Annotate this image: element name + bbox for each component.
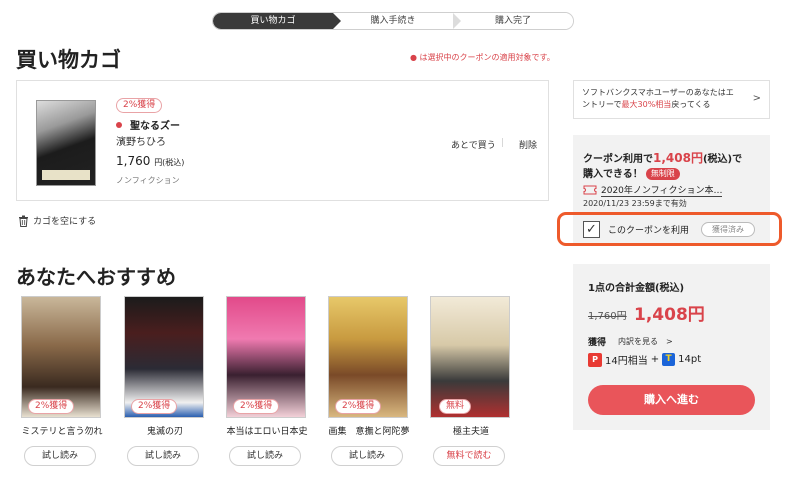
points-get-label: 獲得 xyxy=(588,338,607,348)
acquired-badge: 獲得済み xyxy=(701,221,756,237)
trial-read-button[interactable]: 試し読み xyxy=(24,446,96,466)
points-badge: 2%獲得 xyxy=(116,98,163,113)
recommend-name[interactable]: ミステリと言う勿れ xyxy=(16,424,108,437)
points-badge: 2%獲得 xyxy=(131,399,178,414)
cart-item-author[interactable]: 濱野ちひろ xyxy=(116,133,166,148)
free-badge: 無料 xyxy=(439,399,472,414)
recommend-list: 2%獲得 ミステリと言う勿れ 試し読み 2%獲得 鬼滅の刃 試し読み 2%獲得 … xyxy=(16,296,536,472)
trial-read-button[interactable]: 試し読み xyxy=(229,446,301,466)
cart-item-genre[interactable]: ノンフィクション xyxy=(116,175,180,186)
total-label: 1点の合計金額(税込) xyxy=(588,283,685,294)
points-badge: 2%獲得 xyxy=(335,399,382,414)
promo-line-1: ソフトバンクスマホユーザーのあなたはエ xyxy=(582,88,734,97)
purchase-stepper: 買い物カゴ 購入手続き 購入完了 xyxy=(212,12,574,30)
recommend-name[interactable]: 画集 意撫と阿陀夢 xyxy=(323,424,415,437)
coupon-valid-until: 2020/11/23 23:59まで有効 xyxy=(583,199,687,208)
cart-item-price: 1,760 円(税込) xyxy=(116,154,185,168)
ticket-icon xyxy=(583,185,597,195)
recommend-title: あなたへおすすめ xyxy=(16,265,176,289)
buy-later-link[interactable]: あとで買う xyxy=(451,138,496,151)
use-coupon-row[interactable]: ✓ このクーポンを利用 獲得済み xyxy=(583,219,763,239)
unlimited-badge: 無制限 xyxy=(645,168,680,180)
total-panel: 1点の合計金額(税込) 1,760円 1,408円 獲得 内訳を見る > P 1… xyxy=(573,264,770,430)
checkmark-icon: ✓ xyxy=(586,221,597,237)
cart-item-title[interactable]: 聖なるズー xyxy=(116,117,180,132)
t-point-icon: T xyxy=(662,353,676,366)
promo-line-2: ントリーで最大30%相当戻ってくる xyxy=(582,100,711,109)
coupon-name-link[interactable]: 2020年ノンフィクション本… xyxy=(583,183,723,197)
recommend-name[interactable]: 本当はエロい日本史 xyxy=(221,424,313,437)
trial-read-button[interactable]: 試し読み xyxy=(127,446,199,466)
empty-cart-button[interactable]: カゴを空にする xyxy=(18,214,96,227)
trial-read-button[interactable]: 試し読み xyxy=(331,446,403,466)
p-point-icon: P xyxy=(588,352,602,367)
recommend-name[interactable]: 鬼滅の刃 xyxy=(119,424,211,437)
step-complete: 購入完了 xyxy=(453,13,573,29)
points-badge: 2%獲得 xyxy=(233,399,280,414)
discounted-price: 1,408円 xyxy=(634,305,705,325)
coupon-headline: クーポン利用で1,408円(税込)で 購入できる！ 無制限 xyxy=(583,151,743,180)
proceed-to-purchase-button[interactable]: 購入へ進む xyxy=(588,385,755,415)
softbank-promo-banner[interactable]: ソフトバンクスマホユーザーのあなたはエ ントリーで最大30%相当戻ってくる > xyxy=(573,80,770,119)
divider: | xyxy=(501,138,505,148)
delete-link[interactable]: 削除 xyxy=(519,138,537,151)
step-checkout: 購入手続き xyxy=(333,13,453,29)
points-badge: 2%獲得 xyxy=(28,399,75,414)
use-coupon-checkbox[interactable]: ✓ xyxy=(583,220,600,238)
coupon-target-dot-icon xyxy=(116,122,122,128)
use-coupon-label: このクーポンを利用 xyxy=(608,225,690,236)
step-cart: 買い物カゴ xyxy=(213,13,341,29)
points-row: P 14円相当 + T 14pt xyxy=(588,352,701,367)
original-price: 1,760円 xyxy=(588,311,627,322)
coupon-note: ● は選択中のクーポンの適用対象です。 xyxy=(410,53,555,62)
breakdown-link[interactable]: 内訳を見る > xyxy=(618,336,673,347)
page-title: 買い物カゴ xyxy=(16,48,121,72)
trash-icon xyxy=(19,215,28,227)
free-read-button[interactable]: 無料で読む xyxy=(433,446,505,466)
cart-item-card: 2%獲得 聖なるズー 濱野ちひろ 1,760 円(税込) ノンフィクション あと… xyxy=(16,80,549,201)
cart-book-cover[interactable] xyxy=(36,100,96,186)
recommend-name[interactable]: 極主夫道 xyxy=(425,424,517,437)
chevron-right-icon: > xyxy=(752,93,761,104)
